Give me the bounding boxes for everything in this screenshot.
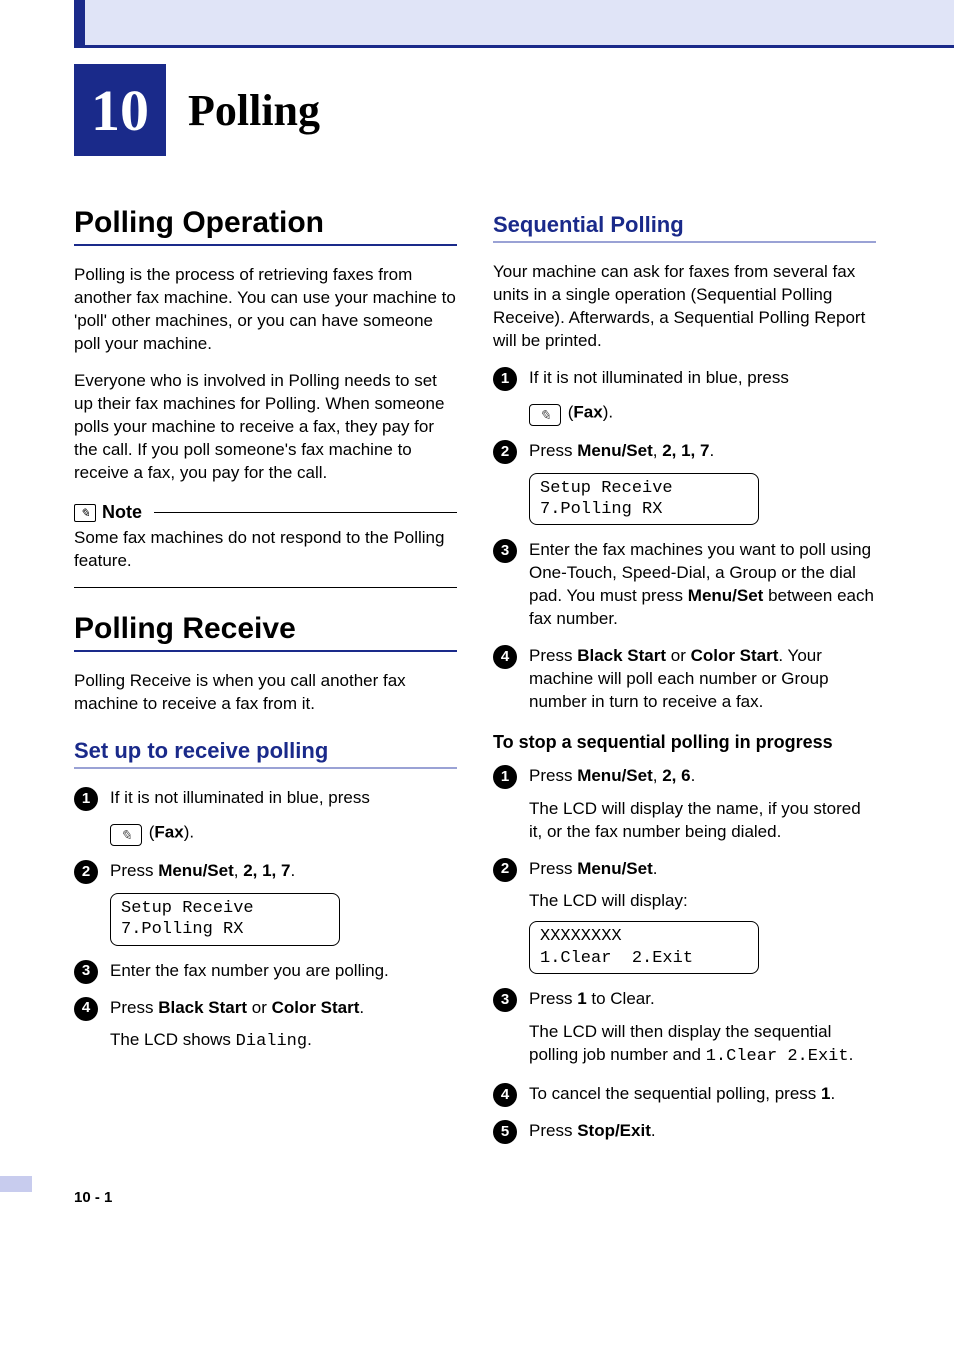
step-item: 4 To cancel the sequential polling, pres… — [493, 1083, 876, 1106]
note-icon: ✎ — [74, 504, 96, 522]
step-text: If it is not illuminated in blue, press — [110, 788, 370, 807]
step-item: 5 Press Stop/Exit. — [493, 1120, 876, 1143]
step-number-icon: 2 — [493, 858, 517, 882]
step-item: 2 Press Menu/Set, 2, 1, 7. Setup Receive… — [74, 860, 457, 945]
step-text: Press Menu/Set, 2, 1, 7. — [110, 861, 295, 880]
note-body: Some fax machines do not respond to the … — [74, 527, 457, 573]
body-text: Polling is the process of retrieving fax… — [74, 264, 457, 356]
step-text: If it is not illuminated in blue, press — [529, 368, 789, 387]
step-subtext: The LCD will then display the sequential… — [529, 1021, 876, 1069]
note-end-rule — [74, 587, 457, 588]
step-text: Press Stop/Exit. — [529, 1121, 656, 1140]
section-heading-polling-operation: Polling Operation — [74, 206, 457, 246]
step-text: Enter the fax machines you want to poll … — [529, 540, 874, 628]
lcd-display: Setup Receive 7.Polling RX — [110, 893, 340, 946]
step-number-icon: 3 — [74, 960, 98, 984]
body-text: Polling Receive is when you call another… — [74, 670, 457, 716]
header-spine — [74, 0, 85, 48]
header-bar — [74, 0, 954, 48]
step-text: Press Black Start or Color Start. — [110, 998, 364, 1017]
step-text: Enter the fax number you are polling. — [110, 961, 389, 980]
step-number-icon: 3 — [493, 988, 517, 1012]
body-text: Your machine can ask for faxes from seve… — [493, 261, 876, 353]
step-item: 1 Press Menu/Set, 2, 6. The LCD will dis… — [493, 765, 876, 844]
step-item: 4 Press Black Start or Color Start. The … — [74, 997, 457, 1055]
section-heading-polling-receive: Polling Receive — [74, 612, 457, 652]
step-number-icon: 5 — [493, 1120, 517, 1144]
note-rule — [154, 512, 457, 513]
note-block: ✎ Note Some fax machines do not respond … — [74, 502, 457, 588]
step-text: Press 1 to Clear. — [529, 989, 655, 1008]
right-column: Sequential Polling Your machine can ask … — [493, 206, 876, 1157]
subsection-heading-sequential-polling: Sequential Polling — [493, 212, 876, 243]
step-number-icon: 1 — [493, 765, 517, 789]
step-text: Press Menu/Set. — [529, 859, 657, 878]
note-title: Note — [102, 502, 142, 523]
step-item: 1 If it is not illuminated in blue, pres… — [493, 367, 876, 426]
step-item: 1 If it is not illuminated in blue, pres… — [74, 787, 457, 846]
body-text: Everyone who is involved in Polling need… — [74, 370, 457, 485]
chapter-number: 10 — [91, 77, 149, 144]
step-number-icon: 1 — [74, 787, 98, 811]
lcd-display: Setup Receive 7.Polling RX — [529, 473, 759, 526]
step-list: 1 If it is not illuminated in blue, pres… — [74, 787, 457, 1054]
step-item: 3 Enter the fax machines you want to pol… — [493, 539, 876, 631]
step-number-icon: 4 — [493, 1083, 517, 1107]
chapter-number-box: 10 — [74, 64, 166, 156]
fax-key-icon — [529, 404, 561, 426]
step-item: 2 Press Menu/Set, 2, 1, 7. Setup Receive… — [493, 440, 876, 525]
step-item: 4 Press Black Start or Color Start. Your… — [493, 645, 876, 714]
step-list: 1 If it is not illuminated in blue, pres… — [493, 367, 876, 714]
chapter-title: Polling — [188, 85, 320, 136]
step-subtext: The LCD shows Dialing. — [110, 1029, 457, 1054]
step-text: Press Menu/Set, 2, 1, 7. — [529, 441, 714, 460]
step-number-icon: 2 — [493, 440, 517, 464]
fax-key-icon — [110, 824, 142, 846]
step-text: Press Menu/Set, 2, 6. — [529, 766, 695, 785]
run-in-heading-stop-sequential: To stop a sequential polling in progress — [493, 732, 876, 753]
page-number: 10 - 1 — [0, 1189, 954, 1206]
step-item: 3 Press 1 to Clear. The LCD will then di… — [493, 988, 876, 1069]
lcd-display: XXXXXXXX 1.Clear 2.Exit — [529, 921, 759, 974]
step-number-icon: 4 — [74, 997, 98, 1021]
step-number-icon: 1 — [493, 367, 517, 391]
step-number-icon: 2 — [74, 860, 98, 884]
step-list: 1 Press Menu/Set, 2, 6. The LCD will dis… — [493, 765, 876, 1143]
chapter-header: 10 Polling — [74, 64, 954, 156]
step-text: Press Black Start or Color Start. Your m… — [529, 646, 829, 711]
step-item: 3 Enter the fax number you are polling. — [74, 960, 457, 983]
page-tab-marker — [0, 1176, 32, 1192]
fax-label: Fax — [154, 823, 183, 842]
step-subtext: The LCD will display: — [529, 890, 876, 913]
subsection-heading-setup-receive: Set up to receive polling — [74, 738, 457, 769]
step-text: To cancel the sequential polling, press … — [529, 1084, 835, 1103]
step-number-icon: 4 — [493, 645, 517, 669]
step-item: 2 Press Menu/Set. The LCD will display: … — [493, 858, 876, 974]
step-subtext: The LCD will display the name, if you st… — [529, 798, 876, 844]
fax-label: Fax — [573, 402, 602, 421]
step-number-icon: 3 — [493, 539, 517, 563]
left-column: Polling Operation Polling is the process… — [74, 206, 457, 1157]
